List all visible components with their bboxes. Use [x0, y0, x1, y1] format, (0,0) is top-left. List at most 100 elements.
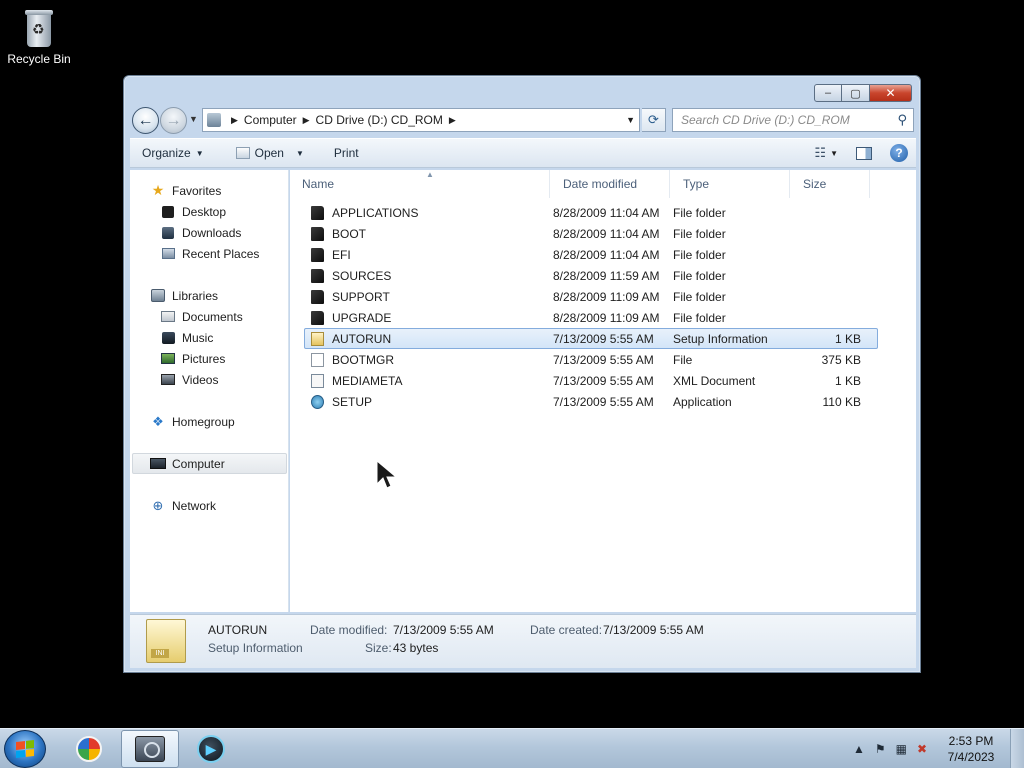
chevron-down-icon[interactable]: ▼: [296, 149, 304, 158]
music-icon: [161, 331, 175, 344]
open-icon: [235, 147, 250, 159]
file-row[interactable]: UPGRADE 8/28/2009 11:09 AM File folder: [304, 307, 878, 328]
address-dropdown-icon[interactable]: ▼: [626, 115, 635, 125]
clock-time: 2:53 PM: [948, 734, 994, 748]
show-hidden-icons-icon[interactable]: ▲: [853, 742, 865, 756]
back-button[interactable]: ←: [132, 107, 159, 134]
documents-icon: [161, 311, 175, 322]
nav-downloads[interactable]: Downloads: [160, 222, 241, 243]
help-icon[interactable]: ?: [890, 144, 908, 162]
forward-button[interactable]: →: [160, 107, 187, 134]
nav-label: Favorites: [172, 183, 222, 198]
breadcrumb-computer[interactable]: Computer: [244, 113, 297, 127]
search-input[interactable]: [681, 113, 886, 127]
file-name-cell: SUPPORT: [311, 287, 390, 306]
taskbar-media-player[interactable]: ▶: [182, 730, 240, 768]
file-row[interactable]: BOOTMGR 7/13/2009 5:55 AM File 375 KB: [304, 349, 878, 370]
column-header-date[interactable]: Date modified: [552, 170, 670, 198]
details-file-type: Setup Information: [208, 641, 303, 655]
breadcrumb-chevron-icon[interactable]: ▶: [303, 115, 310, 126]
nav-label: Libraries: [172, 288, 219, 303]
nav-homegroup[interactable]: ❖ Homegroup: [150, 411, 235, 432]
recycle-bin-icon: ♻: [23, 10, 55, 48]
file-name-cell: MEDIAMETA: [311, 371, 402, 390]
action-center-flag-icon[interactable]: ⚑: [875, 742, 886, 756]
file-size: [785, 224, 861, 243]
file-row[interactable]: SOURCES 8/28/2009 11:59 AM File folder: [304, 265, 878, 286]
taskbar-internet-explorer[interactable]: [60, 730, 118, 768]
column-header-size[interactable]: Size: [792, 170, 870, 198]
view-options-dropdown-icon[interactable]: ▼: [830, 149, 838, 158]
nav-pictures[interactable]: Pictures: [160, 348, 225, 369]
maximize-button[interactable]: ▢: [842, 84, 870, 102]
file-row[interactable]: BOOT 8/28/2009 11:04 AM File folder: [304, 223, 878, 244]
libraries-icon: [151, 289, 165, 302]
print-button[interactable]: Print: [314, 139, 369, 167]
nav-network[interactable]: ⊕ Network: [150, 495, 216, 516]
nav-documents[interactable]: Documents: [160, 306, 243, 327]
application-icon: [311, 394, 324, 409]
start-button[interactable]: [4, 730, 46, 768]
taskbar-windows-explorer[interactable]: [121, 730, 179, 768]
recent-pages-dropdown[interactable]: ▼: [189, 114, 198, 124]
nav-music[interactable]: Music: [160, 327, 213, 348]
minimize-button[interactable]: –: [814, 84, 842, 102]
recent-places-icon: [161, 248, 175, 259]
breadcrumb-chevron-icon[interactable]: ▶: [449, 115, 456, 126]
open-button[interactable]: Open ▼: [214, 139, 314, 167]
command-bar: Organize ▼ Open ▼ Print ☷ ▼ ?: [130, 138, 916, 168]
file-name: SUPPORT: [332, 289, 390, 304]
file-date-modified: 7/13/2009 5:55 AM: [553, 373, 654, 388]
file-row[interactable]: EFI 8/28/2009 11:04 AM File folder: [304, 244, 878, 265]
nav-recent-places[interactable]: Recent Places: [160, 243, 259, 264]
file-row[interactable]: SUPPORT 8/28/2009 11:09 AM File folder: [304, 286, 878, 307]
file-row[interactable]: AUTORUN 7/13/2009 5:55 AM Setup Informatio…: [304, 328, 878, 349]
setup-info-icon: [311, 331, 324, 346]
refresh-icon[interactable]: ⟳: [642, 108, 666, 132]
folder-icon: [311, 205, 324, 220]
nav-videos[interactable]: Videos: [160, 369, 218, 390]
column-label: Name: [302, 177, 335, 191]
file-date-modified: 7/13/2009 5:55 AM: [553, 352, 654, 367]
folder-icon: [311, 247, 324, 262]
column-header-name[interactable]: Name: [290, 170, 550, 198]
breadcrumb-chevron-icon[interactable]: ▶: [231, 115, 238, 126]
file-date-modified: 7/13/2009 5:55 AM: [553, 394, 654, 409]
file-name: EFI: [332, 247, 351, 262]
column-header-type[interactable]: Type: [672, 170, 790, 198]
network-status-icon[interactable]: ▦: [896, 742, 907, 756]
nav-desktop[interactable]: Desktop: [160, 201, 226, 222]
nav-libraries[interactable]: Libraries: [150, 285, 218, 306]
network-icon: ⊕: [152, 497, 164, 513]
computer-icon: [150, 458, 166, 469]
clock[interactable]: 2:53 PM 7/4/2023: [940, 733, 1002, 765]
file-date-modified: 8/28/2009 11:04 AM: [553, 226, 660, 241]
file-row[interactable]: SETUP 7/13/2009 5:55 AM Application 110 KB: [304, 391, 878, 412]
organize-button[interactable]: Organize ▼: [130, 139, 214, 167]
search-icon[interactable]: ⚲: [897, 112, 907, 128]
recycle-bin-desktop-icon[interactable]: ♻ Recycle Bin: [4, 10, 74, 66]
nav-label: Downloads: [182, 225, 242, 240]
file-row[interactable]: MEDIAMETA 7/13/2009 5:55 AM XML Document 1 …: [304, 370, 878, 391]
close-button[interactable]: ✕: [870, 84, 912, 102]
breadcrumb-cd-drive[interactable]: CD Drive (D:) CD_ROM: [316, 113, 443, 127]
nav-favorites[interactable]: ★ Favorites: [150, 180, 222, 201]
nav-label: Recent Places: [182, 246, 260, 261]
file-type: File folder: [673, 289, 726, 304]
file-row[interactable]: APPLICATIONS 8/28/2009 11:04 AM File folde…: [304, 202, 878, 223]
show-desktop-button[interactable]: [1010, 729, 1024, 768]
file-name-cell: EFI: [311, 245, 351, 264]
address-bar[interactable]: ▶ Computer ▶ CD Drive (D:) CD_ROM ▶ ▼: [202, 108, 640, 132]
change-view-icon[interactable]: ☷: [810, 145, 830, 161]
preview-pane-icon[interactable]: [856, 146, 872, 160]
organize-label: Organize: [142, 146, 191, 160]
file-size: 1 KB: [834, 373, 861, 388]
search-box[interactable]: ⚲: [672, 108, 914, 132]
volume-muted-icon[interactable]: ✖: [917, 742, 927, 756]
desktop-icon: [162, 205, 174, 218]
details-date-created-label: Date created:: [530, 623, 603, 637]
nav-computer[interactable]: Computer: [132, 453, 287, 474]
file-list: Name ▲ Date modified Type Size APPLICATI…: [290, 170, 916, 612]
system-tray: ▲ ⚑ ▦ ✖ 2:53 PM 7/4/2023: [848, 729, 1024, 768]
sort-ascending-icon: ▲: [426, 170, 434, 179]
